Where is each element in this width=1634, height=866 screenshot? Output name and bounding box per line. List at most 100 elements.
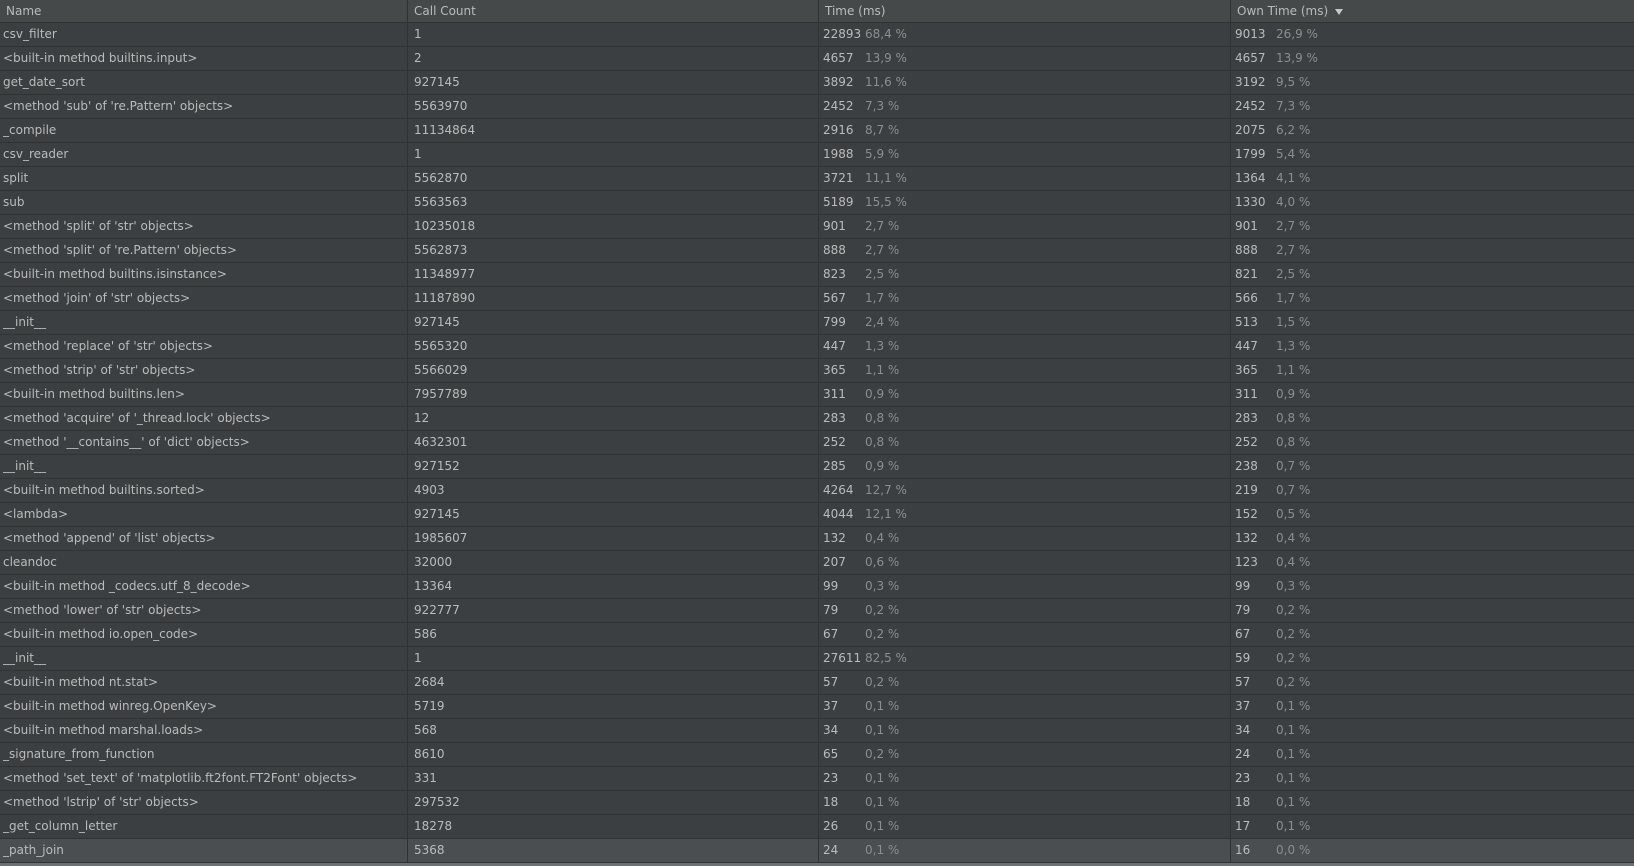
table-row[interactable]: <method 'split' of 're.Pattern' objects>… [0,239,1634,263]
table-row[interactable]: cleandoc 32000 207 0,6 % 123 0,4 % [0,551,1634,575]
time-cell: 4044 [823,507,854,521]
time-percent-cell: 1,7 % [865,291,900,305]
own-time-percent-cell: 2,5 % [1276,267,1311,281]
profiler-statistics-table[interactable]: Name Call Count Time (ms) Own Time (ms) … [0,0,1634,866]
table-row[interactable]: _signature_from_function 8610 65 0,2 % 24 0,1… [0,743,1634,767]
table-row[interactable]: csv_filter 1 22893 68,4 % 9013 26,9 % [0,23,1634,47]
own-time-percent-cell: 0,8 % [1276,411,1311,425]
column-header-time[interactable]: Time (ms) [819,0,1230,22]
function-name-cell: <built-in method builtins.input> [3,51,198,65]
function-name-cell: <built-in method io.open_code> [3,627,199,641]
own-time-percent-cell: 0,7 % [1276,483,1311,497]
own-time-percent-cell: 0,1 % [1276,771,1311,785]
own-time-percent-cell: 5,4 % [1276,147,1311,161]
call-count-cell: 2 [414,51,422,65]
table-row[interactable]: <built-in method builtins.sorted> 4903 426… [0,479,1634,503]
time-percent-cell: 13,9 % [865,51,907,65]
table-row[interactable]: <method 'strip' of 'str' objects> 5566029… [0,359,1634,383]
own-time-percent-cell: 26,9 % [1276,27,1318,41]
time-cell: 18 [823,795,839,809]
own-time-percent-cell: 0,1 % [1276,723,1311,737]
call-count-cell: 11134864 [414,123,476,137]
own-time-percent-cell: 0,1 % [1276,699,1311,713]
table-row[interactable]: <built-in method builtins.input> 2 4657 13,… [0,47,1634,71]
table-row[interactable]: _compile 11134864 2916 8,7 % 2075 6,2 % [0,119,1634,143]
table-header: Name Call Count Time (ms) Own Time (ms) [0,0,1634,23]
function-name-cell: <method 'join' of 'str' objects> [3,291,191,305]
table-row[interactable]: <built-in method marshal.loads> 568 34 0,1 … [0,719,1634,743]
function-name-cell: csv_reader [3,147,69,161]
table-row[interactable]: <built-in method io.open_code> 586 67 0,2 %… [0,623,1634,647]
function-name-cell: <built-in method nt.stat> [3,675,159,689]
own-time-cell: 311 [1235,387,1258,401]
table-row[interactable]: csv_reader 1 1988 5,9 % 1799 5,4 % [0,143,1634,167]
own-time-percent-cell: 0,2 % [1276,603,1311,617]
own-time-percent-cell: 13,9 % [1276,51,1318,65]
call-count-cell: 927145 [414,75,460,89]
table-row[interactable]: <method 'lstrip' of 'str' objects> 297532… [0,791,1634,815]
own-time-percent-cell: 2,7 % [1276,243,1311,257]
table-row[interactable]: <built-in method builtins.len> 7957789 311… [0,383,1634,407]
column-header-time-label: Time (ms) [825,4,886,18]
own-time-cell: 283 [1235,411,1258,425]
table-row[interactable]: <method 'acquire' of '_thread.lock' obje… [0,407,1634,431]
call-count-cell: 8610 [414,747,445,761]
call-count-cell: 568 [414,723,437,737]
table-row[interactable]: <method 'append' of 'list' objects> 19856… [0,527,1634,551]
own-time-cell: 99 [1235,579,1251,593]
table-row[interactable]: <method 'set_text' of 'matplotlib.ft2fon… [0,767,1634,791]
time-percent-cell: 0,9 % [865,459,900,473]
own-time-percent-cell: 6,2 % [1276,123,1311,137]
table-row[interactable]: <built-in method nt.stat> 2684 57 0,2 % 57 0,… [0,671,1634,695]
call-count-cell: 7957789 [414,387,468,401]
time-cell: 22893 [823,27,862,41]
column-header-call-count[interactable]: Call Count [408,0,818,22]
table-row[interactable]: <method 'replace' of 'str' objects> 55653… [0,335,1634,359]
time-cell: 34 [823,723,839,737]
own-time-percent-cell: 2,7 % [1276,219,1311,233]
call-count-cell: 1 [414,147,422,161]
column-header-own-time[interactable]: Own Time (ms) [1231,0,1634,22]
column-header-name[interactable]: Name [0,0,407,22]
call-count-cell: 4632301 [414,435,468,449]
own-time-cell: 1330 [1235,195,1266,209]
table-row[interactable]: <built-in method winreg.OpenKey> 5719 37 0,… [0,695,1634,719]
call-count-cell: 1 [414,27,422,41]
table-row[interactable]: _path_join 5368 24 0,1 % 16 0,0 % [0,839,1634,863]
table-row[interactable]: <method 'sub' of 're.Pattern' objects> 55… [0,95,1634,119]
table-row[interactable]: split 5562870 3721 11,1 % 1364 4,1 % [0,167,1634,191]
table-row[interactable]: sub 5563563 5189 15,5 % 1330 4,0 % [0,191,1634,215]
table-row[interactable]: <method 'split' of 'str' objects> 1023501… [0,215,1634,239]
time-percent-cell: 0,1 % [865,723,900,737]
table-row[interactable]: __init__ 927152 285 0,9 % 238 0,7 % [0,455,1634,479]
own-time-percent-cell: 9,5 % [1276,75,1311,89]
time-percent-cell: 0,2 % [865,603,900,617]
table-row[interactable]: _get_column_letter 18278 26 0,1 % 17 0,1 % [0,815,1634,839]
column-header-call-count-label: Call Count [414,4,476,18]
table-row[interactable]: <method '__contains__' of 'dict' objects… [0,431,1634,455]
own-time-cell: 16 [1235,843,1251,857]
table-row[interactable]: <built-in method builtins.isinstance> 113… [0,263,1634,287]
time-percent-cell: 12,1 % [865,507,907,521]
table-row[interactable]: <built-in method _codecs.utf_8_decode> 13… [0,575,1634,599]
own-time-percent-cell: 0,3 % [1276,579,1311,593]
call-count-cell: 10235018 [414,219,476,233]
function-name-cell: <method 'split' of 'str' objects> [3,219,194,233]
call-count-cell: 586 [414,627,437,641]
table-row[interactable]: get_date_sort 927145 3892 11,6 % 3192 9,5 % [0,71,1634,95]
function-name-cell: <method '__contains__' of 'dict' objects… [3,435,250,449]
own-time-cell: 4657 [1235,51,1266,65]
table-row[interactable]: <method 'lower' of 'str' objects> 922777 7… [0,599,1634,623]
time-percent-cell: 0,1 % [865,699,900,713]
own-time-cell: 23 [1235,771,1251,785]
time-percent-cell: 68,4 % [865,27,907,41]
table-row[interactable]: __init__ 927145 799 2,4 % 513 1,5 % [0,311,1634,335]
table-row[interactable]: __init__ 1 27611 82,5 % 59 0,2 % [0,647,1634,671]
time-cell: 888 [823,243,846,257]
function-name-cell: get_date_sort [3,75,85,89]
table-row[interactable]: <method 'join' of 'str' objects> 11187890… [0,287,1634,311]
table-row[interactable]: <lambda> 927145 4044 12,1 % 152 0,5 % [0,503,1634,527]
time-cell: 447 [823,339,846,353]
time-cell: 67 [823,627,839,641]
function-name-cell: <method 'acquire' of '_thread.lock' obje… [3,411,271,425]
